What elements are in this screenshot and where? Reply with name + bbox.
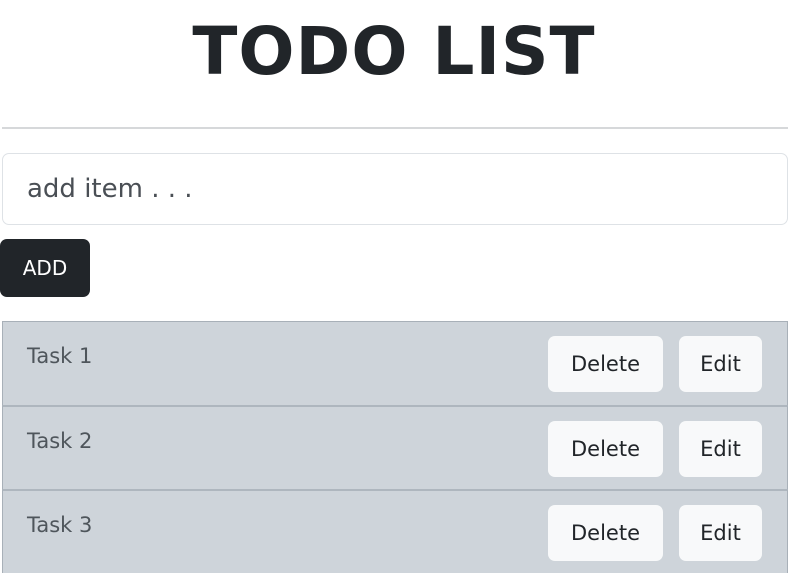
task-row: Task 3 Delete Edit <box>2 489 788 573</box>
delete-button[interactable]: Delete <box>548 505 663 561</box>
task-label: Task 3 <box>27 513 93 537</box>
page-title: TODO LIST <box>192 13 596 90</box>
delete-button[interactable]: Delete <box>548 421 663 477</box>
add-button[interactable]: ADD <box>0 239 90 297</box>
task-row: Task 2 Delete Edit <box>2 405 788 489</box>
edit-button[interactable]: Edit <box>679 336 762 392</box>
header-divider <box>2 127 788 129</box>
edit-button[interactable]: Edit <box>679 505 762 561</box>
add-item-input[interactable] <box>2 153 788 225</box>
todo-app: TODO LIST ADD Task 1 Delete Edit Task 2 … <box>0 0 788 575</box>
edit-button[interactable]: Edit <box>679 421 762 477</box>
task-list: Task 1 Delete Edit Task 2 Delete Edit Ta… <box>2 321 788 575</box>
task-row: Task 1 Delete Edit <box>2 321 788 405</box>
delete-button[interactable]: Delete <box>548 336 663 392</box>
task-label: Task 1 <box>27 344 93 368</box>
task-label: Task 2 <box>27 429 93 453</box>
